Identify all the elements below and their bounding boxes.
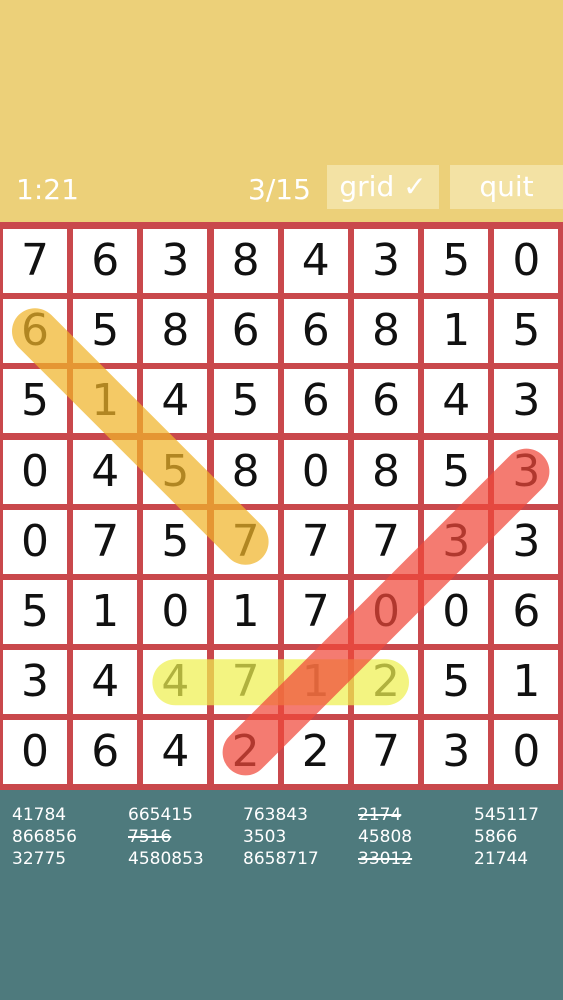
word-target: 3503	[243, 827, 287, 847]
grid-cell[interactable]: 1	[494, 650, 559, 715]
grid-cell[interactable]: 7	[3, 229, 67, 293]
grid-cell[interactable]: 6	[213, 299, 278, 364]
grid-cell[interactable]: 1	[73, 580, 138, 644]
word-target: 21744	[474, 849, 529, 869]
grid-cell[interactable]: 8	[354, 299, 418, 364]
word-target: 41784	[12, 805, 67, 825]
timer: 1:21	[16, 173, 79, 206]
grid-cell[interactable]: 7	[283, 509, 348, 574]
grid-cell[interactable]: 0	[494, 720, 559, 785]
grid-cell[interactable]: 8	[213, 229, 278, 293]
grid-cell[interactable]: 5	[424, 650, 489, 715]
grid-cell[interactable]: 0	[283, 439, 348, 504]
grid-cell[interactable]: 0	[3, 720, 67, 785]
word-column: 763843 3503 8658717	[243, 804, 319, 870]
grid-cell[interactable]: 3	[3, 650, 67, 715]
grid-cell[interactable]: 4	[73, 439, 138, 504]
word-target: 665415	[128, 805, 193, 825]
grid-cell[interactable]: 0	[494, 229, 559, 293]
word-target: 32775	[12, 849, 67, 869]
word-list: 41784 866856 32775 665415 7516 4580853 763843 3…	[0, 790, 563, 1000]
grid-cell[interactable]: 3	[143, 229, 208, 293]
grid-cell[interactable]: 3	[494, 439, 559, 504]
grid-cell[interactable]: 6	[494, 580, 559, 644]
word-column: 41784 866856 32775	[12, 804, 77, 870]
grid-cell[interactable]: 7	[283, 580, 348, 644]
grid-cell[interactable]: 4	[424, 369, 489, 434]
grid-cell[interactable]: 6	[73, 229, 138, 293]
grid-cell[interactable]: 4	[73, 650, 138, 715]
word-found: 2174	[358, 805, 402, 825]
grid-cell[interactable]: 3	[354, 229, 418, 293]
grid-cell[interactable]: 7	[354, 509, 418, 574]
grid-cell[interactable]: 8	[143, 299, 208, 364]
grid-cell[interactable]: 5	[213, 369, 278, 434]
grid-cell[interactable]: 6	[283, 299, 348, 364]
grid-cell[interactable]: 0	[354, 580, 418, 644]
grid-cell[interactable]: 8	[354, 439, 418, 504]
grid-cell[interactable]: 5	[3, 580, 67, 644]
grid-cell[interactable]: 0	[3, 509, 67, 574]
word-target: 8658717	[243, 849, 319, 869]
grid-cell[interactable]: 4	[283, 229, 348, 293]
grid-cell[interactable]: 6	[283, 369, 348, 434]
grid-cell[interactable]: 3	[494, 509, 559, 574]
grid-cell[interactable]: 5	[494, 299, 559, 364]
number-grid[interactable]: 7638435065866815514566430458085307577733…	[0, 222, 563, 790]
quit-button[interactable]: quit	[450, 165, 563, 209]
grid-cell[interactable]: 1	[424, 299, 489, 364]
grid-cell[interactable]: 0	[3, 439, 67, 504]
word-target: 45808	[358, 827, 413, 847]
grid-cell[interactable]: 7	[73, 509, 138, 574]
grid-cell[interactable]: 5	[424, 439, 489, 504]
grid-cell[interactable]: 7	[354, 720, 418, 785]
grid-cell[interactable]: 5	[3, 369, 67, 434]
word-column: 2174 45808 33012	[358, 804, 412, 870]
word-column: 665415 7516 4580853	[128, 804, 204, 870]
word-found: 7516	[128, 827, 172, 847]
progress-counter: 3/15	[248, 173, 311, 206]
word-target: 866856	[12, 827, 77, 847]
grid-cell[interactable]: 5	[143, 439, 208, 504]
grid-cell[interactable]: 3	[494, 369, 559, 434]
word-column: 545117 5866 21744	[474, 804, 539, 870]
word-target: 763843	[243, 805, 308, 825]
grid-cell[interactable]: 8	[213, 439, 278, 504]
grid-cell[interactable]: 6	[73, 720, 138, 785]
grid-cell[interactable]: 2	[283, 720, 348, 785]
word-found: 33012	[358, 849, 413, 869]
word-target: 4580853	[128, 849, 204, 869]
grid-cell[interactable]: 5	[424, 229, 489, 293]
grid-cell[interactable]: 7	[213, 650, 278, 715]
grid-cell[interactable]: 0	[424, 580, 489, 644]
grid-cell[interactable]: 3	[424, 720, 489, 785]
grid-cell[interactable]: 1	[213, 580, 278, 644]
grid-cell[interactable]: 4	[143, 720, 208, 785]
grid-cell[interactable]: 1	[73, 369, 138, 434]
grid-cell[interactable]: 2	[213, 720, 278, 785]
grid-cell[interactable]: 4	[143, 650, 208, 715]
grid-cell[interactable]: 6	[354, 369, 418, 434]
grid-toggle-button[interactable]: grid ✓	[327, 165, 439, 209]
grid-cell[interactable]: 2	[354, 650, 418, 715]
grid-cell[interactable]: 1	[283, 650, 348, 715]
grid-cell[interactable]: 7	[213, 509, 278, 574]
word-target: 5866	[474, 827, 518, 847]
grid-cell[interactable]: 5	[73, 299, 138, 364]
grid-cell[interactable]: 5	[143, 509, 208, 574]
grid-cell[interactable]: 6	[3, 299, 67, 364]
grid-cell[interactable]: 4	[143, 369, 208, 434]
grid-cell[interactable]: 0	[143, 580, 208, 644]
grid-cell[interactable]: 3	[424, 509, 489, 574]
header-bar: 1:21 3/15 grid ✓ quit	[0, 0, 563, 222]
word-target: 545117	[474, 805, 539, 825]
